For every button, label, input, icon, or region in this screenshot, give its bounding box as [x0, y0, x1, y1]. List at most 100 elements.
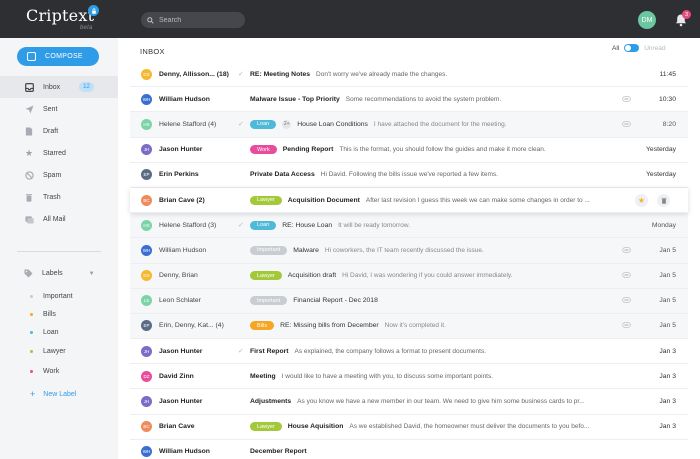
label-dot: [30, 350, 33, 353]
sender-avatar: WH: [141, 93, 152, 105]
label-name: Lawyer: [43, 348, 66, 355]
sidebar-item-inbox[interactable]: Inbox 12: [0, 76, 118, 98]
email-content: Bills RE: Missing bills from December Now …: [250, 321, 625, 331]
sidebar-item-label: All Mail: [43, 215, 66, 223]
labels-header[interactable]: Labels ▼: [24, 269, 95, 278]
labels-title: Labels: [42, 270, 63, 277]
email-row[interactable]: BC Brian Cave Lawyer House Aquisition As we …: [130, 414, 688, 440]
email-label-tag[interactable]: Important: [250, 296, 288, 306]
email-preview: Some recommendations to avoid the system…: [345, 95, 502, 103]
email-row[interactable]: JH Jason Hunter ✓ First Report As explained,…: [130, 339, 688, 365]
star-button[interactable]: ★: [635, 193, 648, 207]
sender-avatar: WH: [141, 446, 152, 458]
sender-name: William Hudson: [159, 95, 210, 103]
label-item-bills[interactable]: Bills: [30, 311, 56, 318]
user-avatar[interactable]: DM: [638, 11, 656, 29]
email-label-tag[interactable]: Lawyer: [250, 195, 282, 205]
inbox-icon: [24, 82, 34, 92]
email-label-tag[interactable]: Important: [250, 245, 288, 255]
replied-check-icon: ✓: [238, 222, 244, 230]
sender-name: Jason Hunter: [159, 146, 203, 154]
email-row[interactable]: WH William Hudson Important Malware Hi cowor…: [130, 238, 688, 264]
search-input[interactable]: [159, 16, 239, 24]
new-label-button[interactable]: + New Label: [30, 389, 76, 399]
star-icon: ★: [24, 147, 34, 158]
email-row[interactable]: DZ David Zinn Meeting I would like to have …: [130, 364, 688, 390]
label-item-loan[interactable]: Loan: [30, 329, 59, 336]
email-preview: Don't worry we've already made the chang…: [316, 70, 448, 78]
email-row[interactable]: BC Brian Cave (2) Lawyer Acquisition Docume…: [130, 187, 688, 214]
email-content: December Report: [250, 448, 625, 455]
trash-icon: [24, 192, 34, 202]
email-row[interactable]: EP Erin Perkins Private Data Access Hi Davi…: [130, 162, 688, 188]
search-box[interactable]: [141, 12, 245, 28]
email-preview: After last revision I guess this week we…: [365, 196, 590, 204]
email-label-tag[interactable]: Loan: [250, 119, 277, 129]
email-preview: Hi David, I was wondering if you could a…: [342, 272, 513, 280]
sidebar-item-trash[interactable]: Trash: [0, 186, 118, 208]
sender-name: David Zinn: [159, 372, 194, 380]
email-label-tag[interactable]: Lawyer: [250, 271, 282, 281]
email-row[interactable]: DS Denny, Brian Lawyer Acquisition draft Hi …: [130, 263, 688, 289]
sender-avatar: DS: [141, 270, 152, 282]
email-subject: Adjustments: [250, 398, 292, 406]
chevron-down-icon[interactable]: ▼: [89, 271, 95, 277]
thread-count-badge: 2+: [282, 119, 292, 129]
email-row[interactable]: JH Jason Hunter Work Pending Report This is …: [130, 137, 688, 163]
email-label-tag[interactable]: Lawyer: [250, 422, 282, 432]
email-row[interactable]: WH William Hudson Malware Issue - Top Prio…: [130, 87, 688, 113]
email-row[interactable]: WH William Hudson December Report: [130, 439, 688, 459]
sidebar-item-sent[interactable]: Sent: [0, 98, 118, 120]
sender-name: Denny, Brian: [159, 272, 198, 280]
email-preview: I have attached the document for the mee…: [373, 120, 507, 128]
sender-avatar: WH: [141, 244, 152, 256]
email-row[interactable]: DS Denny, Allisson... (18) ✓ RE: Meeting No…: [130, 62, 688, 88]
email-date: 11:45: [659, 70, 676, 78]
email-label-tag[interactable]: Work: [250, 145, 277, 155]
label-name: Work: [43, 368, 60, 375]
compose-button[interactable]: COMPOSE: [17, 47, 99, 66]
sender-avatar: DZ: [141, 370, 152, 382]
sidebar-item-spam[interactable]: Spam: [0, 164, 118, 186]
sidebar-item-label: Spam: [43, 171, 62, 179]
sender-name: Leon Schlater: [159, 297, 201, 305]
attachment-icon: [622, 95, 631, 104]
sender-avatar: DS: [141, 68, 152, 80]
main-panel: INBOX All Unread DS Denny, Allisson... (1…: [118, 38, 700, 459]
sidebar-item-starred[interactable]: ★ Starred: [0, 142, 118, 164]
email-row[interactable]: JH Jason Hunter Adjustments As you know we …: [130, 389, 688, 415]
delete-button[interactable]: [657, 193, 670, 207]
email-subject: Pending Report: [282, 146, 334, 154]
unread-filter[interactable]: All Unread: [612, 44, 666, 52]
email-subject: RE: House Loan: [282, 221, 333, 229]
replied-check-icon: ✓: [238, 348, 244, 356]
label-item-lawyer[interactable]: Lawyer: [30, 348, 66, 355]
email-subject: Malware: [293, 246, 319, 254]
sender-avatar: EP: [141, 169, 152, 181]
email-date: Yesterday: [646, 146, 676, 154]
app-logo[interactable]: Criptext beta: [26, 5, 99, 31]
email-content: Loan 2+ House Loan Conditions I have attach…: [250, 119, 625, 129]
email-date: Jan 5: [659, 246, 676, 254]
label-item-important[interactable]: Important: [30, 293, 73, 300]
email-label-tag[interactable]: Loan: [250, 220, 277, 230]
email-row[interactable]: LS Leon Schlater Important Financial Report…: [130, 288, 688, 314]
email-label-tag[interactable]: Bills: [250, 321, 275, 331]
sender-name: Brian Cave: [159, 423, 195, 431]
email-row[interactable]: EP Erin, Denny, Kat... (4) Bills RE: Missin…: [130, 313, 688, 340]
sender-name: Helene Stafford (4): [159, 120, 217, 128]
email-row[interactable]: HS Helene Stafford (4) ✓ Loan 2+ House Loan C…: [130, 112, 688, 138]
unread-toggle[interactable]: [624, 44, 640, 52]
email-row[interactable]: HS Helene Stafford (3) ✓ Loan RE: House Loan…: [130, 213, 688, 239]
filter-unread-label: Unread: [644, 44, 666, 52]
email-preview: This is the format, you should follow th…: [339, 146, 546, 154]
attachment-icon: [622, 296, 631, 305]
label-name: Bills: [43, 311, 56, 318]
email-subject: Private Data Access: [250, 171, 315, 179]
email-subject: Acquisition draft: [287, 272, 337, 280]
sender-avatar: BC: [141, 194, 152, 206]
sidebar-item-all-mail[interactable]: All Mail: [0, 208, 118, 230]
sidebar-item-draft[interactable]: Draft: [0, 120, 118, 142]
label-item-work[interactable]: Work: [30, 368, 59, 375]
trash-icon: [661, 197, 666, 204]
